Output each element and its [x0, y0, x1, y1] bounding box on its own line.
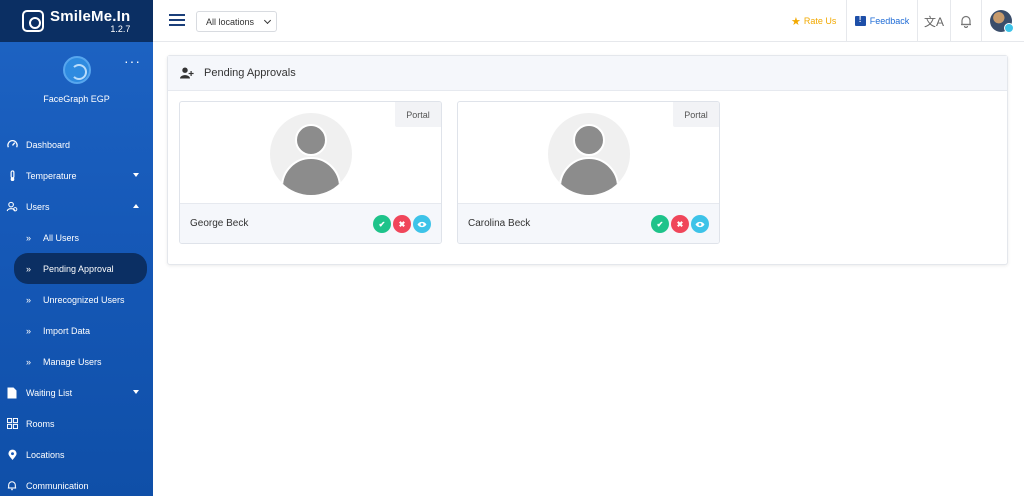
sidebar-item-label: Rooms: [26, 418, 55, 429]
card-actions: ✔ ✖: [373, 215, 431, 233]
more-options-icon[interactable]: ···: [124, 54, 141, 68]
sidebar-item-label: Import Data: [43, 325, 91, 336]
sidebar-item-waiting-list[interactable]: Waiting List: [0, 377, 153, 408]
sidebar-item-label: Dashboard: [26, 139, 71, 150]
approve-button[interactable]: ✔: [373, 215, 391, 233]
source-badge: Portal: [673, 102, 719, 127]
reject-button[interactable]: ✖: [393, 215, 411, 233]
caret-down-icon: [133, 390, 139, 394]
reject-button[interactable]: ✖: [671, 215, 689, 233]
double-chevron-right-icon: »: [26, 356, 32, 367]
double-chevron-right-icon: »: [26, 263, 32, 274]
feedback-label: Feedback: [869, 16, 910, 26]
gauge-icon: [6, 139, 18, 151]
brand-version: 1.2.7: [110, 23, 131, 34]
bell-icon: [6, 480, 18, 492]
sidebar-item-label: Waiting List: [26, 387, 73, 398]
star-icon: ★: [791, 15, 801, 28]
brand-name: SmileMe.In: [50, 7, 131, 25]
card-actions: ✔ ✖: [651, 215, 709, 233]
users-icon: [6, 201, 18, 213]
sidebar-subitem-manage-users[interactable]: » Manage Users: [14, 346, 147, 377]
card-footer: Carolina Beck ✔ ✖: [458, 203, 719, 243]
double-chevron-right-icon: »: [26, 232, 32, 243]
sidebar-item-label: Unrecognized Users: [43, 294, 125, 305]
panel-header: Pending Approvals: [168, 56, 1007, 91]
caret-down-icon: [133, 173, 139, 177]
org-name: FaceGraph EGP: [43, 94, 110, 104]
rate-us-link[interactable]: ★ Rate Us: [791, 0, 846, 42]
grid-icon: [6, 418, 18, 430]
view-button[interactable]: [413, 215, 431, 233]
chevron-down-icon: [263, 16, 272, 25]
sidebar-item-label: Users: [26, 201, 50, 212]
sidebar-item-label: Manage Users: [43, 356, 102, 367]
notifications-bell-icon[interactable]: [951, 0, 982, 42]
eye-icon: [695, 221, 705, 227]
approve-button[interactable]: ✔: [651, 215, 669, 233]
sidebar-item-communication[interactable]: Communication: [0, 470, 153, 496]
sidebar-item-label: All Users: [43, 232, 80, 243]
sidebar-item-label: Locations: [26, 449, 65, 460]
double-chevron-right-icon: »: [26, 325, 32, 336]
sidebar-item-label: Temperature: [26, 170, 77, 181]
sidebar-subitem-all-users[interactable]: » All Users: [14, 222, 147, 253]
feedback-icon: [854, 15, 866, 26]
sidebar-subitem-pending-approval[interactable]: » Pending Approval: [14, 253, 147, 284]
map-pin-icon: [6, 449, 18, 461]
user-placeholder-avatar-icon: [548, 113, 630, 195]
org-profile: FaceGraph EGP ···: [0, 42, 153, 122]
source-badge: Portal: [395, 102, 441, 127]
feedback-button[interactable]: Feedback: [846, 0, 918, 42]
sidebar-subitem-import-data[interactable]: » Import Data: [14, 315, 147, 346]
translate-icon[interactable]: 文A: [918, 0, 951, 42]
double-chevron-right-icon: »: [26, 294, 32, 305]
user-avatar[interactable]: [990, 10, 1014, 33]
eye-icon: [417, 221, 427, 227]
user-name: George Beck: [190, 218, 249, 229]
sidebar-item-temperature[interactable]: Temperature: [0, 160, 153, 191]
document-icon: [6, 387, 18, 399]
sidebar-item-rooms[interactable]: Rooms: [0, 408, 153, 439]
top-bar: All locations ★ Rate Us Feedback 文A: [153, 0, 1024, 42]
thermometer-icon: [6, 169, 18, 182]
location-select[interactable]: All locations: [196, 11, 277, 32]
caret-up-icon: [133, 204, 139, 208]
card-footer: George Beck ✔ ✖: [180, 203, 441, 243]
user-placeholder-avatar-icon: [270, 113, 352, 195]
sidebar-item-users[interactable]: Users: [0, 191, 153, 222]
location-select-value: All locations: [206, 16, 255, 27]
approval-card: Portal George Beck ✔ ✖: [179, 101, 442, 244]
sidebar-item-dashboard[interactable]: Dashboard: [0, 129, 153, 160]
sidebar-item-locations[interactable]: Locations: [0, 439, 153, 470]
rate-us-label: Rate Us: [803, 16, 837, 26]
approval-card: Portal Carolina Beck ✔ ✖: [457, 101, 720, 244]
view-button[interactable]: [691, 215, 709, 233]
sidebar: SmileMe.In 1.2.7 FaceGraph EGP ··· Dashb…: [0, 0, 153, 496]
sidebar-item-label: Communication: [26, 480, 89, 491]
panel-title: Pending Approvals: [204, 67, 296, 79]
sidebar-item-label: Pending Approval: [43, 263, 114, 274]
sidebar-nav: Dashboard Temperature Users » All Users …: [0, 129, 153, 496]
user-plus-icon: [180, 67, 194, 79]
hamburger-menu-icon[interactable]: [169, 14, 185, 26]
user-name: Carolina Beck: [468, 218, 531, 229]
brand-bar[interactable]: SmileMe.In 1.2.7: [0, 0, 153, 42]
sidebar-subitem-unrecognized-users[interactable]: » Unrecognized Users: [14, 284, 147, 315]
pending-approvals-panel: Pending Approvals Portal George Beck ✔ ✖…: [167, 55, 1008, 265]
smile-logo-icon: [22, 10, 44, 32]
org-logo-icon: [62, 56, 91, 84]
